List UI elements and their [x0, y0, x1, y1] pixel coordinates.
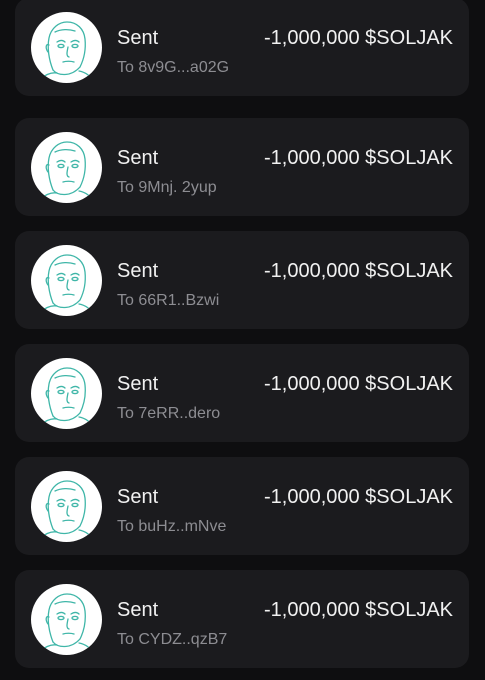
- avatar: [31, 132, 102, 203]
- transaction-recipient: To 8v9G...a02G: [117, 59, 230, 76]
- transaction-status: Sent: [117, 486, 159, 508]
- avatar: [31, 245, 102, 316]
- transaction-amount: -1,000,000 $SOLJAK: [263, 373, 453, 395]
- avatar: [31, 12, 102, 83]
- transaction-row[interactable]: Sent To CYDZ..qzB7 -1,000,000 $SOLJAK: [15, 570, 469, 668]
- transaction-amount: -1,000,000 $SOLJAK: [263, 599, 453, 621]
- transaction-amount: -1,000,000 $SOLJAK: [263, 27, 453, 49]
- transaction-amount: -1,000,000 $SOLJAK: [263, 260, 453, 282]
- transaction-status: Sent: [117, 599, 159, 621]
- transaction-recipient: To 66R1..Bzwi: [117, 292, 220, 309]
- transaction-amount: -1,000,000 $SOLJAK: [263, 147, 453, 169]
- transaction-status: Sent: [117, 373, 159, 395]
- wojak-face-icon: [31, 245, 102, 316]
- transaction-row[interactable]: Sent To buHz..mNve -1,000,000 $SOLJAK: [15, 457, 469, 555]
- transaction-recipient: To CYDZ..qzB7: [117, 631, 228, 648]
- avatar: [31, 471, 102, 542]
- wojak-face-icon: [31, 12, 102, 83]
- transaction-amount: -1,000,000 $SOLJAK: [263, 486, 453, 508]
- transaction-row[interactable]: Sent To 66R1..Bzwi -1,000,000 $SOLJAK: [15, 231, 469, 329]
- transaction-status: Sent: [117, 27, 159, 49]
- transaction-recipient: To 7eRR..dero: [117, 405, 221, 422]
- transaction-row[interactable]: Sent To 9Mnj. 2yup -1,000,000 $SOLJAK: [15, 118, 469, 216]
- transaction-recipient: To 9Mnj. 2yup: [117, 179, 217, 196]
- wojak-face-icon: [31, 358, 102, 429]
- transaction-row[interactable]: Sent To 7eRR..dero -1,000,000 $SOLJAK: [15, 344, 469, 442]
- wojak-face-icon: [31, 584, 102, 655]
- avatar: [31, 584, 102, 655]
- transaction-status: Sent: [117, 260, 159, 282]
- transaction-status: Sent: [117, 147, 159, 169]
- transaction-row[interactable]: Sent To 8v9G...a02G -1,000,000 $SOLJAK: [15, 0, 469, 96]
- avatar: [31, 358, 102, 429]
- transaction-recipient: To buHz..mNve: [117, 518, 227, 535]
- wojak-face-icon: [31, 471, 102, 542]
- transaction-list: Sent To 8v9G...a02G -1,000,000 $SOLJAK S…: [0, 0, 485, 680]
- wojak-face-icon: [31, 132, 102, 203]
